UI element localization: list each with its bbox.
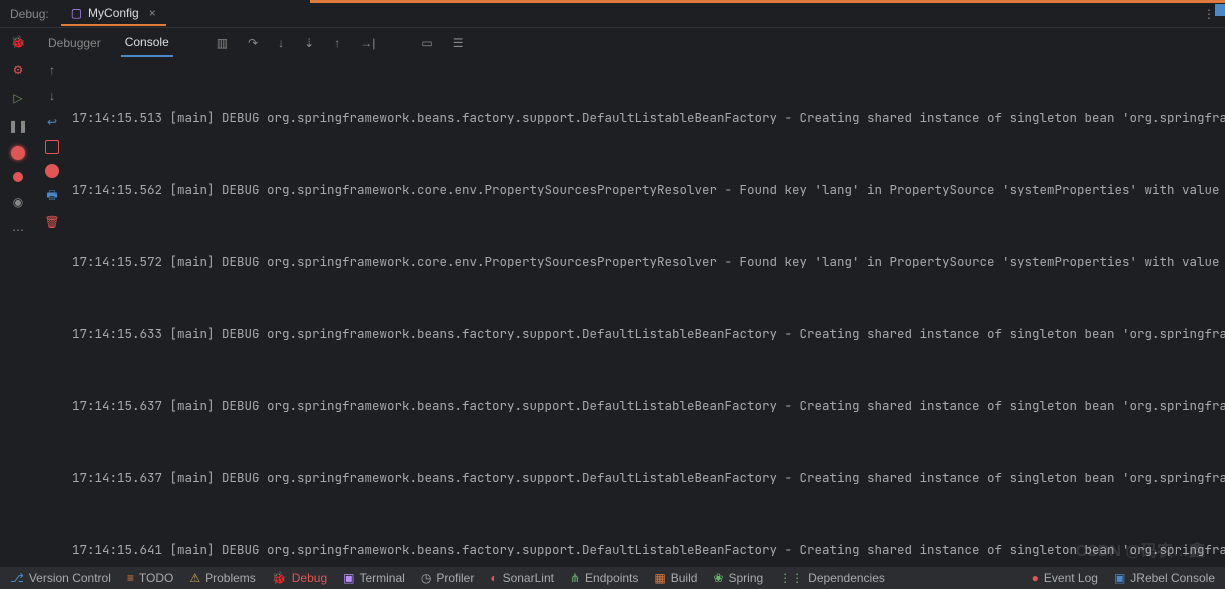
step-over-icon[interactable]: ↷ xyxy=(246,36,260,50)
log-line: 17:14:15.637 [main] DEBUG org.springfram… xyxy=(72,466,1225,490)
mute-breakpoints-icon[interactable] xyxy=(13,172,23,182)
run-to-cursor-icon[interactable]: →| xyxy=(358,36,377,50)
run-config-title: MyConfig xyxy=(88,6,139,20)
pause-icon[interactable]: ❚❚ xyxy=(10,118,26,134)
status-terminal[interactable]: ▣Terminal xyxy=(343,571,405,585)
log-line: 17:14:15.513 [main] DEBUG org.springfram… xyxy=(72,106,1225,130)
more-vertical-icon[interactable]: ⋯ xyxy=(10,222,26,238)
arrow-up-icon[interactable]: ↑ xyxy=(44,62,60,78)
status-eventlog[interactable]: ●Event Log xyxy=(1032,571,1098,585)
progress-bar-top xyxy=(310,0,1225,3)
camera-icon[interactable]: ◉ xyxy=(10,194,26,210)
status-deps[interactable]: ⋮⋮Dependencies xyxy=(779,571,885,585)
status-sonar[interactable]: ◐SonarLint xyxy=(490,571,554,585)
status-endpoints[interactable]: ⋔Endpoints xyxy=(570,571,638,585)
status-profiler[interactable]: ◷Profiler xyxy=(421,571,475,585)
right-margin-strip xyxy=(1215,4,1225,16)
print-icon[interactable]: 🖶 xyxy=(44,188,60,204)
soft-wrap-icon[interactable]: ↩ xyxy=(44,114,60,130)
bug-icon[interactable]: 🐞 xyxy=(10,34,26,50)
force-step-into-icon[interactable]: ⇣ xyxy=(302,36,316,50)
layout-icon[interactable]: ▥ xyxy=(215,36,230,50)
class-icon: ▢ xyxy=(71,6,82,20)
status-problems[interactable]: ⚠Problems xyxy=(189,571,255,585)
scroll-to-end-icon[interactable] xyxy=(45,140,59,154)
log-line: 17:14:15.637 [main] DEBUG org.springfram… xyxy=(72,394,1225,418)
arrow-down-icon[interactable]: ↓ xyxy=(44,88,60,104)
settings-icon[interactable]: ⚙ xyxy=(10,62,26,78)
status-jrebel[interactable]: ▣JRebel Console xyxy=(1114,571,1215,585)
left-toolbar: 🐞 ⚙ ▷ ❚❚ ◉ ⋯ xyxy=(0,28,36,567)
sliders-icon[interactable]: ☰ xyxy=(451,36,466,50)
breakpoint-icon[interactable] xyxy=(11,146,25,160)
console-toolbar: ↑ ↓ ↩ 🖶 🗑 xyxy=(36,58,68,567)
status-vcs[interactable]: ⎇Version Control xyxy=(10,571,111,585)
close-tab-icon[interactable]: × xyxy=(149,6,156,20)
more-icon[interactable]: ⋮ xyxy=(1203,7,1215,21)
debug-tabbar: Debugger Console ▥ ↷ ↓ ⇣ ↑ →| ▭ ☰ xyxy=(36,28,1225,58)
stop-icon[interactable] xyxy=(45,164,59,178)
resume-icon[interactable]: ▷ xyxy=(10,90,26,106)
log-line: 17:14:15.562 [main] DEBUG org.springfram… xyxy=(72,178,1225,202)
run-config-tab[interactable]: ▢ MyConfig × xyxy=(61,2,166,26)
status-spring[interactable]: ❀Spring xyxy=(713,571,763,585)
log-line: 17:14:15.641 [main] DEBUG org.springfram… xyxy=(72,538,1225,562)
step-into-icon[interactable]: ↓ xyxy=(276,36,286,50)
log-line: 17:14:15.633 [main] DEBUG org.springfram… xyxy=(72,322,1225,346)
clear-icon[interactable]: 🗑 xyxy=(44,214,60,230)
status-bar: ⎇Version Control ≡TODO ⚠Problems 🐞Debug … xyxy=(0,567,1225,589)
status-debug[interactable]: 🐞Debug xyxy=(272,571,327,585)
debug-label: Debug: xyxy=(10,7,49,21)
tab-debugger[interactable]: Debugger xyxy=(44,30,105,56)
step-out-icon[interactable]: ↑ xyxy=(332,36,342,50)
debug-toolwindow-header: Debug: ▢ MyConfig × ⋮ xyxy=(0,0,1225,28)
console-output[interactable]: 17:14:15.513 [main] DEBUG org.springfram… xyxy=(68,58,1225,567)
status-todo[interactable]: ≡TODO xyxy=(127,571,173,585)
tab-console[interactable]: Console xyxy=(121,29,173,57)
evaluate-icon[interactable]: ▭ xyxy=(419,36,434,50)
status-build[interactable]: ▦Build xyxy=(654,571,697,585)
log-line: 17:14:15.572 [main] DEBUG org.springfram… xyxy=(72,250,1225,274)
